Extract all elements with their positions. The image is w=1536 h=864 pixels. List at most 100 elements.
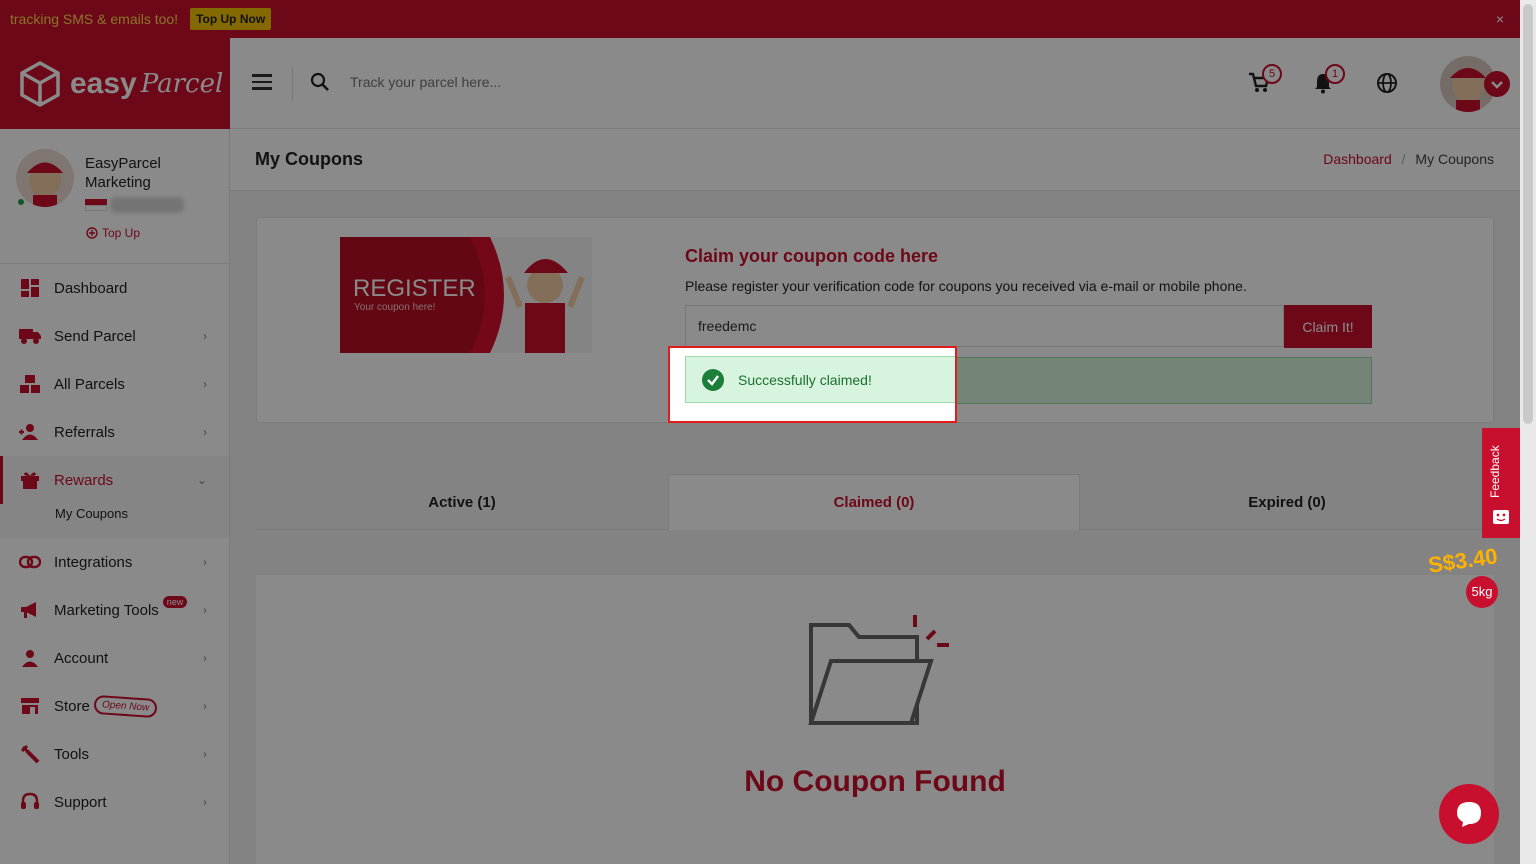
- cart-badge: 5: [1262, 64, 1282, 84]
- chevron-right-icon: ›: [203, 699, 207, 713]
- sidebar-subitem-label: My Coupons: [55, 506, 128, 521]
- page-header: My Coupons Dashboard / My Coupons: [230, 129, 1520, 191]
- sidebar-item-dashboard[interactable]: Dashboard: [0, 264, 229, 312]
- claim-description: Please register your verification code f…: [685, 278, 1247, 294]
- check-circle-icon: [702, 368, 724, 391]
- page-scrollbar[interactable]: [1520, 0, 1536, 864]
- chevron-right-icon: ›: [203, 425, 207, 439]
- top-header: 5 1: [230, 38, 1520, 129]
- empty-state: No Coupon Found: [256, 575, 1494, 864]
- chevron-right-icon: ›: [203, 603, 207, 617]
- link-icon: [18, 552, 42, 572]
- chevron-right-icon: ›: [203, 555, 207, 569]
- breadcrumb-current: My Coupons: [1415, 151, 1494, 167]
- feedback-tab[interactable]: Feedback: [1482, 428, 1520, 538]
- notification-badge: 1: [1325, 64, 1345, 84]
- scrollbar-thumb[interactable]: [1523, 4, 1533, 424]
- globe-icon: [1377, 73, 1397, 93]
- empty-folder-icon: [808, 615, 949, 725]
- sidebar-item-label: Referrals: [54, 423, 115, 441]
- sidebar-item-account[interactable]: Account ›: [0, 634, 229, 682]
- sidebar-item-label: All Parcels: [54, 375, 125, 393]
- wrench-icon: [18, 744, 42, 764]
- price-promo-badge[interactable]: S$3.40: [1427, 543, 1500, 578]
- sidebar-item-all-parcels[interactable]: All Parcels ›: [0, 360, 229, 408]
- sidebar-item-send-parcel[interactable]: Send Parcel ›: [0, 312, 229, 360]
- gift-icon: [18, 470, 42, 490]
- user-icon: [18, 648, 42, 668]
- chat-bubble-icon: [1457, 802, 1481, 827]
- tab-expired[interactable]: Expired (0): [1081, 474, 1493, 530]
- search-icon[interactable]: [310, 72, 330, 92]
- sidebar-item-label: Account: [54, 649, 109, 667]
- sidebar-item-label: Dashboard: [54, 279, 128, 297]
- claim-title: Claim your coupon code here: [685, 246, 939, 266]
- promo-close-icon[interactable]: ×: [1496, 11, 1504, 27]
- promo-bar: tracking SMS & emails too! Top Up Now ×: [0, 0, 1520, 38]
- breadcrumb-separator: /: [1401, 151, 1406, 167]
- sidebar-subitem-my-coupons[interactable]: My Coupons: [0, 504, 229, 538]
- users-icon: [18, 422, 42, 442]
- sidebar-item-tools[interactable]: Tools ›: [0, 730, 229, 778]
- breadcrumb-dashboard-link[interactable]: Dashboard: [1323, 151, 1392, 167]
- sidebar-item-store[interactable]: Store Open Now ›: [0, 682, 229, 730]
- page-title: My Coupons: [255, 149, 363, 169]
- open-now-badge: Open Now: [93, 694, 158, 718]
- truck-icon: [18, 326, 42, 346]
- notification-button[interactable]: 1: [1313, 64, 1345, 99]
- chevron-right-icon: ›: [203, 651, 207, 665]
- coupon-tabs: Active (1) Claimed (0) Expired (0): [256, 474, 1494, 530]
- store-icon: [18, 696, 42, 716]
- tab-claimed[interactable]: Claimed (0): [668, 474, 1080, 530]
- sidebar-item-integrations[interactable]: Integrations ›: [0, 538, 229, 586]
- logo-word: easy: [70, 66, 137, 100]
- empty-state-message: No Coupon Found: [744, 765, 1006, 798]
- header-divider: [292, 66, 293, 102]
- tab-active[interactable]: Active (1): [256, 474, 668, 530]
- blurred-balance: [110, 197, 184, 213]
- sidebar-item-rewards[interactable]: Rewards ⌄: [0, 456, 229, 504]
- track-parcel-input[interactable]: [350, 74, 750, 90]
- claim-it-button[interactable]: Claim It!: [1284, 305, 1372, 348]
- register-banner: REGISTER Your coupon here!: [340, 237, 592, 353]
- chat-button[interactable]: [1439, 784, 1499, 844]
- chevron-right-icon: ›: [203, 747, 207, 761]
- sidebar-item-label: Marketing Tools: [54, 601, 159, 619]
- account-menu-chevron-icon[interactable]: [1484, 71, 1510, 97]
- sidebar-item-label: Tools: [54, 745, 90, 763]
- sidebar-item-label: Send Parcel: [54, 327, 136, 345]
- sidebar-item-label: Store: [54, 697, 90, 715]
- sidebar-item-label: Support: [54, 793, 107, 811]
- logo-script: Parcel: [140, 68, 224, 99]
- top-up-link[interactable]: Top Up: [86, 226, 140, 240]
- megaphone-icon: [18, 600, 42, 620]
- success-alert-highlight: Successfully claimed!: [685, 356, 955, 403]
- profile-panel: EasyParcel Marketing Top Up: [0, 129, 229, 264]
- sidebar-nav: Dashboard Send Parcel › All Parcels › Re…: [0, 264, 229, 826]
- menu-icon[interactable]: [252, 74, 272, 90]
- chevron-right-icon: ›: [203, 377, 207, 391]
- breadcrumb: Dashboard / My Coupons: [1323, 151, 1494, 167]
- chevron-right-icon: ›: [203, 329, 207, 343]
- sidebar-item-label: Rewards: [54, 471, 114, 489]
- feedback-label: Feedback: [1488, 445, 1502, 498]
- highlight-box: Successfully claimed!: [668, 346, 957, 423]
- brand-logo[interactable]: easy Parcel: [0, 38, 230, 129]
- country-flag-icon: [85, 199, 107, 211]
- sidebar-item-marketing-tools[interactable]: Marketing Tools new ›: [0, 586, 229, 634]
- sidebar-item-referrals[interactable]: Referrals ›: [0, 408, 229, 456]
- online-status-dot: [16, 197, 26, 207]
- sidebar-item-support[interactable]: Support ›: [0, 778, 229, 826]
- boxes-icon: [18, 374, 42, 394]
- language-button[interactable]: [1376, 72, 1398, 99]
- top-up-label: Top Up: [102, 226, 141, 240]
- new-badge: new: [162, 596, 188, 608]
- feedback-face-icon: [1493, 510, 1509, 524]
- coupon-code-input[interactable]: [685, 305, 1284, 347]
- dashboard-icon: [18, 278, 42, 298]
- cart-button[interactable]: 5: [1248, 64, 1282, 99]
- top-up-now-button[interactable]: Top Up Now: [190, 8, 272, 30]
- promo-text: tracking SMS & emails too!: [10, 11, 179, 27]
- headset-icon: [18, 792, 42, 812]
- box-logo-icon: [20, 60, 60, 107]
